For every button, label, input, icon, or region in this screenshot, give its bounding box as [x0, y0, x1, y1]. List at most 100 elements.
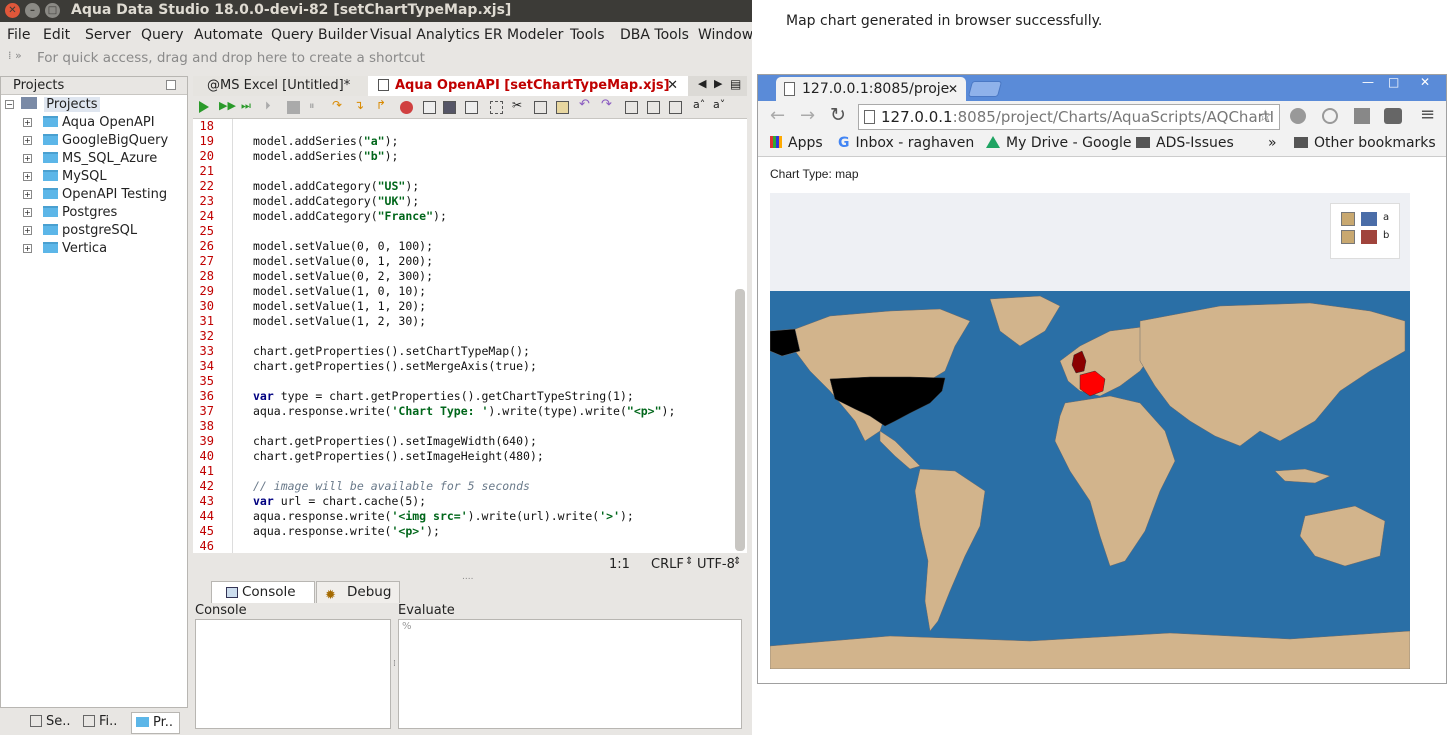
- code-editor[interactable]: 18 19 20 21 22 23 24 25 26 27 28 29 30 3…: [193, 119, 747, 553]
- back-icon[interactable]: ←: [770, 105, 785, 126]
- tab-debug[interactable]: ✹ Debug: [316, 581, 400, 603]
- menu-visual-analytics[interactable]: Visual Analytics: [370, 27, 480, 43]
- tab-files[interactable]: Fi..: [83, 714, 117, 729]
- close-icon[interactable]: ✕: [5, 3, 20, 18]
- tree-item-postgres[interactable]: + Postgres: [1, 204, 187, 222]
- maximize-icon[interactable]: □: [45, 3, 60, 18]
- cut-icon[interactable]: ✂: [512, 98, 525, 112]
- tab-aqua-openapi[interactable]: Aqua OpenAPI [setChartTypeMap.xjs] ✕: [368, 76, 688, 96]
- expand-icon[interactable]: +: [23, 190, 32, 199]
- tree-item-mysql[interactable]: + MySQL: [1, 168, 187, 186]
- page-info-icon[interactable]: [864, 110, 875, 124]
- encoding-dropdown-icon[interactable]: ⇕: [733, 556, 741, 567]
- menu-query-builder[interactable]: Query Builder: [271, 27, 368, 43]
- run-selection-icon[interactable]: ▶▶: [219, 99, 236, 112]
- minimize-panel-icon[interactable]: [166, 80, 176, 90]
- paste-icon[interactable]: [556, 101, 569, 114]
- menu-er-modeler[interactable]: ER Modeler: [484, 27, 563, 43]
- expand-icon[interactable]: +: [23, 154, 32, 163]
- quick-access-bar[interactable]: ⁞ » For quick access, drag and drop here…: [0, 47, 752, 71]
- splitter-handle[interactable]: ⁞: [393, 659, 396, 669]
- extension-icon[interactable]: [1384, 108, 1402, 124]
- address-bar[interactable]: 127.0.0.1:8085/project/Charts/AquaScript…: [858, 104, 1280, 130]
- tab-list-icon[interactable]: ▤: [730, 77, 741, 91]
- bookmark-star-icon[interactable]: ☆: [1258, 106, 1272, 125]
- close-tab-icon[interactable]: ✕: [667, 76, 678, 96]
- tab-ms-excel[interactable]: @MS Excel [Untitled]*: [193, 76, 368, 96]
- undo-icon[interactable]: ↶: [579, 97, 592, 112]
- expand-icon[interactable]: +: [23, 118, 32, 127]
- menu-edit[interactable]: Edit: [43, 27, 70, 43]
- extension-icon[interactable]: [1322, 108, 1338, 124]
- menu-automate[interactable]: Automate: [194, 27, 263, 43]
- extension-icon[interactable]: [1354, 108, 1370, 124]
- extension-icon[interactable]: [1290, 108, 1306, 124]
- step-icon[interactable]: ⏵: [265, 99, 278, 112]
- pause-icon[interactable]: ⏸: [309, 99, 322, 112]
- editor-scrollbar-thumb[interactable]: [735, 289, 745, 551]
- forward-icon[interactable]: →: [800, 105, 815, 126]
- font-increase-icon[interactable]: a˄: [693, 98, 706, 111]
- tab-projects[interactable]: Pr..: [131, 712, 181, 734]
- bookmark-ads-issues[interactable]: ADS-Issues: [1136, 135, 1234, 151]
- expand-icon[interactable]: +: [23, 226, 32, 235]
- scroll-tabs-right-icon[interactable]: ▶: [714, 77, 722, 90]
- tree-item-openapi-testing[interactable]: + OpenAPI Testing: [1, 186, 187, 204]
- expand-icon[interactable]: +: [23, 244, 32, 253]
- expand-icon[interactable]: +: [23, 208, 32, 217]
- minimize-icon[interactable]: –: [25, 3, 40, 18]
- bookmark-apps[interactable]: Apps: [770, 135, 823, 151]
- encoding-selector[interactable]: UTF-8: [697, 557, 735, 572]
- browser-tab[interactable]: 127.0.0.1:8085/proje ✕: [776, 77, 966, 101]
- find-icon[interactable]: [625, 101, 638, 114]
- tree-item-ms-sql-azure[interactable]: + MS_SQL_Azure: [1, 150, 187, 168]
- tree-item-aqua-openapi[interactable]: + Aqua OpenAPI: [1, 114, 187, 132]
- collapse-icon[interactable]: −: [5, 100, 14, 109]
- bookmark-my-drive[interactable]: My Drive - Google: [986, 135, 1131, 151]
- run-all-icon[interactable]: ⏭: [241, 99, 254, 112]
- font-decrease-icon[interactable]: a˅: [713, 98, 726, 111]
- minimize-icon[interactable]: —: [1362, 75, 1374, 89]
- bookmark-other[interactable]: Other bookmarks: [1294, 135, 1436, 151]
- tree-item-vertica[interactable]: + Vertica: [1, 240, 187, 258]
- line-ending-dropdown-icon[interactable]: ⇕: [685, 556, 693, 567]
- new-file-icon[interactable]: [423, 101, 436, 114]
- tree-root-projects[interactable]: − Projects: [5, 96, 100, 114]
- tab-console[interactable]: Console: [211, 581, 315, 603]
- menu-icon[interactable]: ≡: [1420, 104, 1435, 125]
- console-output[interactable]: [195, 619, 391, 729]
- goto-icon[interactable]: [669, 101, 682, 114]
- new-tab-button[interactable]: [967, 81, 1003, 97]
- more-bookmarks-icon[interactable]: »: [1268, 135, 1277, 151]
- step-out-icon[interactable]: ↱: [376, 98, 389, 112]
- menu-tools[interactable]: Tools: [570, 27, 605, 43]
- menu-file[interactable]: File: [7, 27, 30, 43]
- print-icon[interactable]: [465, 101, 478, 114]
- bookmark-inbox[interactable]: G Inbox - raghaven: [838, 135, 974, 151]
- breakpoint-icon[interactable]: [400, 101, 413, 114]
- tree-item-postgresql[interactable]: + postgreSQL: [1, 222, 187, 240]
- step-into-icon[interactable]: ↴: [354, 98, 367, 112]
- menu-server[interactable]: Server: [85, 27, 131, 43]
- step-over-icon[interactable]: ↷: [332, 98, 345, 112]
- stop-icon[interactable]: [287, 101, 300, 114]
- evaluate-input[interactable]: %: [398, 619, 742, 729]
- reload-icon[interactable]: ↻: [830, 104, 846, 126]
- close-window-icon[interactable]: ✕: [1420, 75, 1430, 89]
- line-ending-selector[interactable]: CRLF: [651, 557, 684, 572]
- run-icon[interactable]: [199, 101, 209, 113]
- menu-dba-tools[interactable]: DBA Tools: [620, 27, 689, 43]
- scroll-tabs-left-icon[interactable]: ◀: [698, 77, 706, 90]
- expand-icon[interactable]: +: [23, 136, 32, 145]
- menu-window[interactable]: Window: [698, 27, 752, 43]
- tree-item-googlebigquery[interactable]: + GoogleBigQuery: [1, 132, 187, 150]
- tab-servers[interactable]: Se..: [30, 714, 71, 729]
- redo-icon[interactable]: ↷: [601, 97, 614, 112]
- save-icon[interactable]: [443, 101, 456, 114]
- maximize-icon[interactable]: □: [1388, 75, 1399, 89]
- close-tab-icon[interactable]: ✕: [948, 77, 958, 101]
- expand-icon[interactable]: +: [23, 172, 32, 181]
- menu-query[interactable]: Query: [141, 27, 184, 43]
- copy-icon[interactable]: [534, 101, 547, 114]
- replace-icon[interactable]: [647, 101, 660, 114]
